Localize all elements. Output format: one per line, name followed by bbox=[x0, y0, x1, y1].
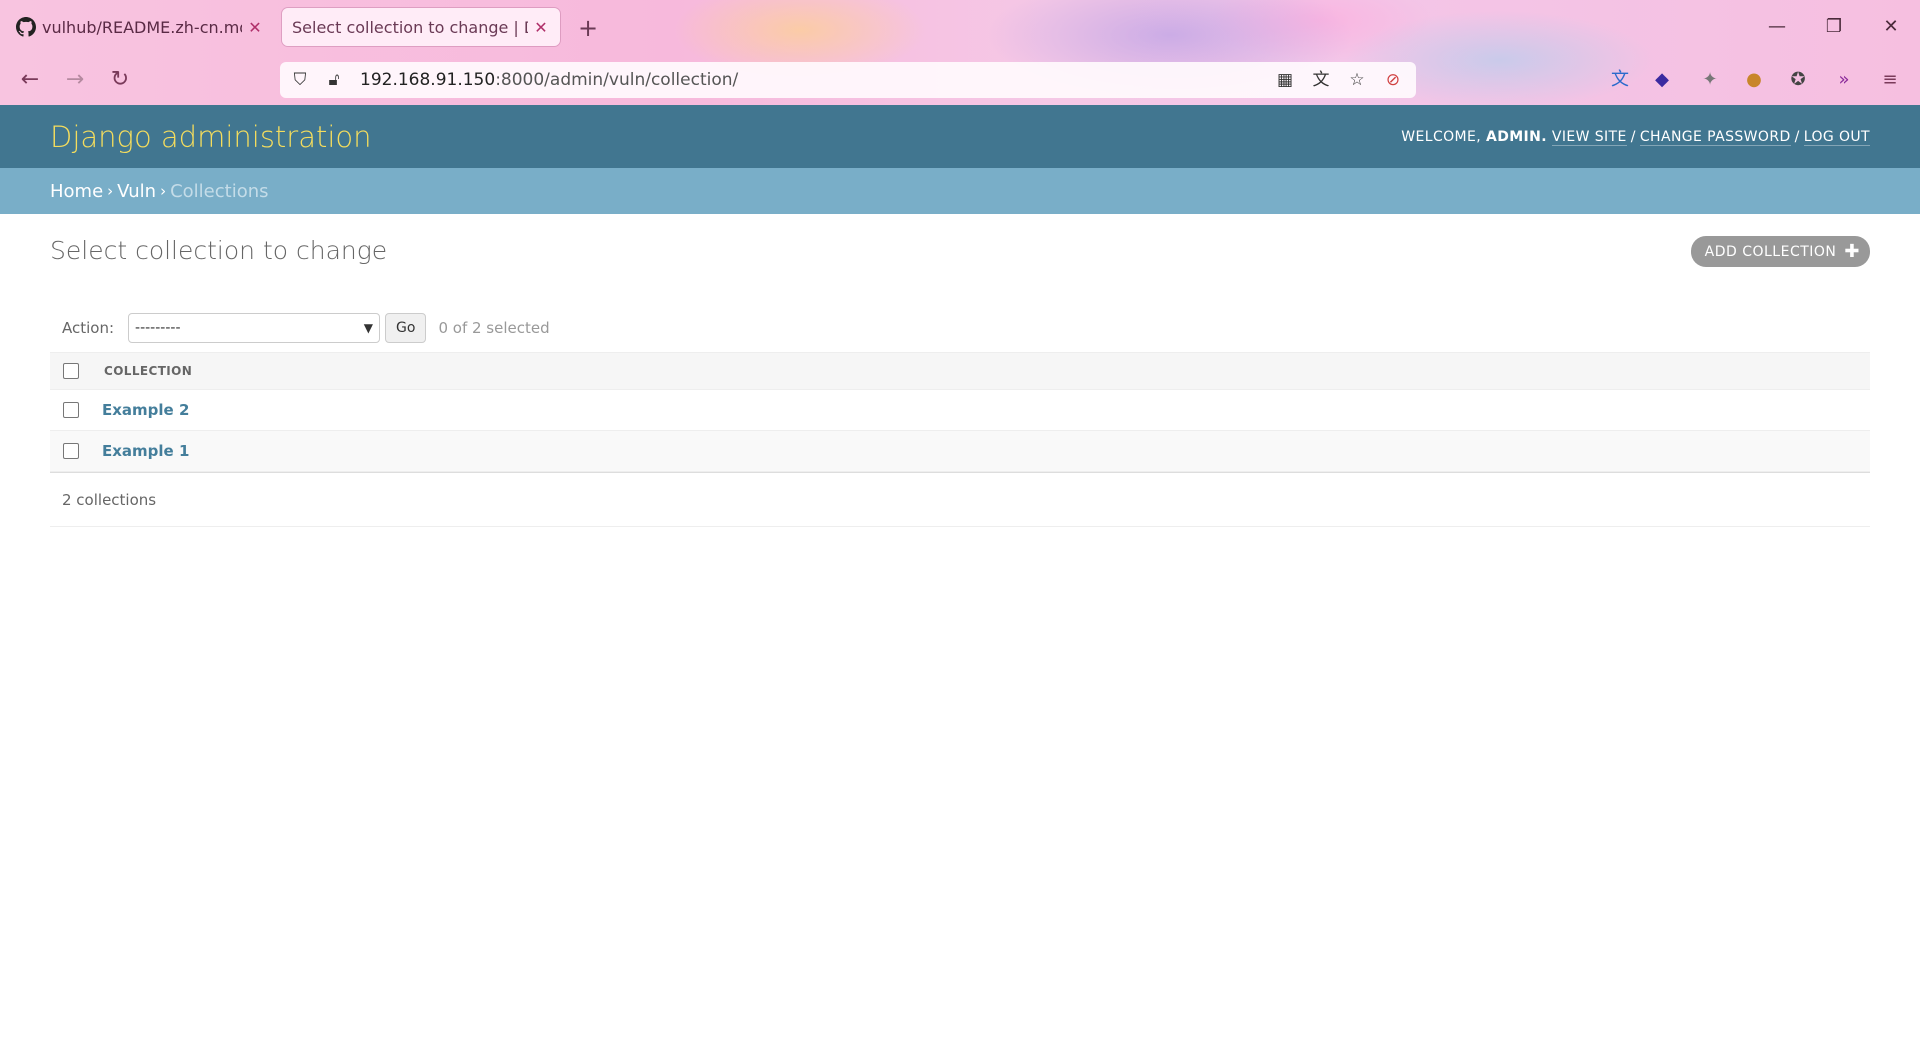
log-out-link[interactable]: LOG OUT bbox=[1803, 128, 1870, 146]
restore-icon[interactable]: ❐ bbox=[1819, 12, 1849, 42]
bookmark-star-icon[interactable]: ☆ bbox=[1344, 66, 1370, 94]
url-path: :8000/admin/vuln/collection/ bbox=[495, 70, 739, 90]
url-text[interactable]: 192.168.91.150:8000/admin/vuln/collectio… bbox=[360, 70, 738, 90]
table-row: Example 1 bbox=[50, 431, 1870, 472]
close-icon[interactable]: ✕ bbox=[532, 18, 550, 37]
translate-icon[interactable]: 文 bbox=[1308, 66, 1334, 94]
insecure-lock-icon[interactable]: 🔓︎ bbox=[320, 70, 348, 90]
tab-title: Select collection to change | Dja bbox=[292, 17, 528, 37]
view-site-link[interactable]: VIEW SITE bbox=[1551, 128, 1627, 146]
shield-icon[interactable]: ⛉ bbox=[286, 70, 314, 90]
navigation-toolbar: ← → ↻ ⛉ 🔓︎ 192.168.91.150:8000/admin/vul… bbox=[0, 54, 1920, 105]
address-bar[interactable]: ⛉ 🔓︎ 192.168.91.150:8000/admin/vuln/coll… bbox=[280, 62, 1416, 98]
tab-vulhub-readme[interactable]: vulhub/README.zh-cn.md at ✕ bbox=[6, 8, 274, 46]
breadcrumb-vuln[interactable]: Vuln bbox=[117, 181, 156, 202]
result-count: 2 collections bbox=[50, 472, 1870, 527]
reload-icon[interactable]: ↻ bbox=[104, 64, 136, 96]
address-bar-actions: ▦ 文 ☆ ⊘ bbox=[1272, 66, 1406, 94]
window-close-icon[interactable]: ✕ bbox=[1876, 12, 1906, 42]
row-checkbox[interactable] bbox=[63, 402, 79, 418]
select-all-checkbox[interactable] bbox=[63, 363, 79, 379]
github-icon bbox=[16, 17, 36, 37]
user-tools: WELCOME, ADMIN. VIEW SITE / CHANGE PASSWOR… bbox=[1401, 128, 1870, 146]
add-collection-label: ADD COLLECTION bbox=[1704, 243, 1837, 260]
actions-bar: Action: --------- ▼ Go 0 of 2 selected bbox=[50, 308, 1870, 348]
cookie-icon[interactable]: ● bbox=[1740, 66, 1768, 94]
breadcrumb-current: Collections bbox=[170, 180, 269, 202]
breadcrumb-home[interactable]: Home bbox=[50, 181, 103, 202]
row-checkbox[interactable] bbox=[63, 443, 79, 459]
chevron-down-icon: ▼ bbox=[363, 321, 374, 335]
cookie-editor-icon[interactable]: ✪ bbox=[1784, 66, 1812, 94]
action-select[interactable]: --------- ▼ bbox=[128, 313, 381, 343]
username: ADMIN. bbox=[1485, 128, 1548, 145]
action-selected-value: --------- bbox=[135, 320, 181, 336]
collection-link[interactable]: Example 2 bbox=[102, 401, 189, 419]
tab-select-collection[interactable]: Select collection to change | Dja ✕ bbox=[282, 8, 560, 46]
extension-icon[interactable]: ✦ bbox=[1696, 66, 1724, 94]
change-password-link[interactable]: CHANGE PASSWORD bbox=[1639, 128, 1791, 146]
breadcrumb-separator: › bbox=[160, 182, 167, 200]
table-header: COLLECTION bbox=[50, 352, 1870, 390]
close-icon[interactable]: ✕ bbox=[246, 18, 264, 37]
breadcrumb-separator: › bbox=[107, 182, 114, 200]
tab-bar: vulhub/README.zh-cn.md at ✕ Select colle… bbox=[0, 0, 1920, 54]
translate-extension-icon[interactable]: 文 bbox=[1606, 66, 1634, 94]
go-button[interactable]: Go bbox=[385, 313, 427, 343]
admin-header: Django administration WELCOME, ADMIN. VI… bbox=[0, 105, 1920, 168]
page-title: Select collection to change bbox=[50, 236, 388, 265]
breadcrumb: Home › Vuln › Collections bbox=[0, 168, 1920, 214]
menu-icon[interactable]: ≡ bbox=[1876, 66, 1904, 94]
new-tab-plus-icon[interactable]: + bbox=[574, 14, 602, 42]
qr-code-icon[interactable]: ▦ bbox=[1272, 66, 1298, 94]
separator: / bbox=[1630, 128, 1636, 145]
layers-extension-icon[interactable]: ◆ bbox=[1648, 66, 1676, 94]
site-branding[interactable]: Django administration bbox=[50, 120, 372, 154]
browser-chrome: vulhub/README.zh-cn.md at ✕ Select colle… bbox=[0, 0, 1920, 105]
add-collection-button[interactable]: ADD COLLECTION ✚ bbox=[1690, 236, 1870, 267]
plus-icon: ✚ bbox=[1844, 241, 1860, 262]
url-host: 192.168.91.150 bbox=[360, 70, 496, 90]
tab-title: vulhub/README.zh-cn.md at bbox=[42, 17, 242, 37]
overflow-chevron-icon[interactable]: » bbox=[1830, 66, 1858, 94]
collection-link[interactable]: Example 1 bbox=[102, 442, 189, 460]
result-list-table: COLLECTION Example 2 Example 1 2 collect… bbox=[50, 352, 1870, 527]
column-header-collection[interactable]: COLLECTION bbox=[104, 364, 192, 378]
minimize-icon[interactable]: — bbox=[1762, 12, 1792, 42]
action-label: Action: bbox=[62, 319, 115, 337]
back-arrow-icon[interactable]: ← bbox=[14, 64, 46, 96]
welcome-text: WELCOME, bbox=[1401, 128, 1482, 145]
forward-arrow-icon[interactable]: → bbox=[59, 64, 91, 96]
selection-counter: 0 of 2 selected bbox=[438, 319, 550, 337]
table-row: Example 2 bbox=[50, 390, 1870, 431]
separator: / bbox=[1794, 128, 1800, 145]
blocker-icon[interactable]: ⊘ bbox=[1380, 66, 1406, 94]
